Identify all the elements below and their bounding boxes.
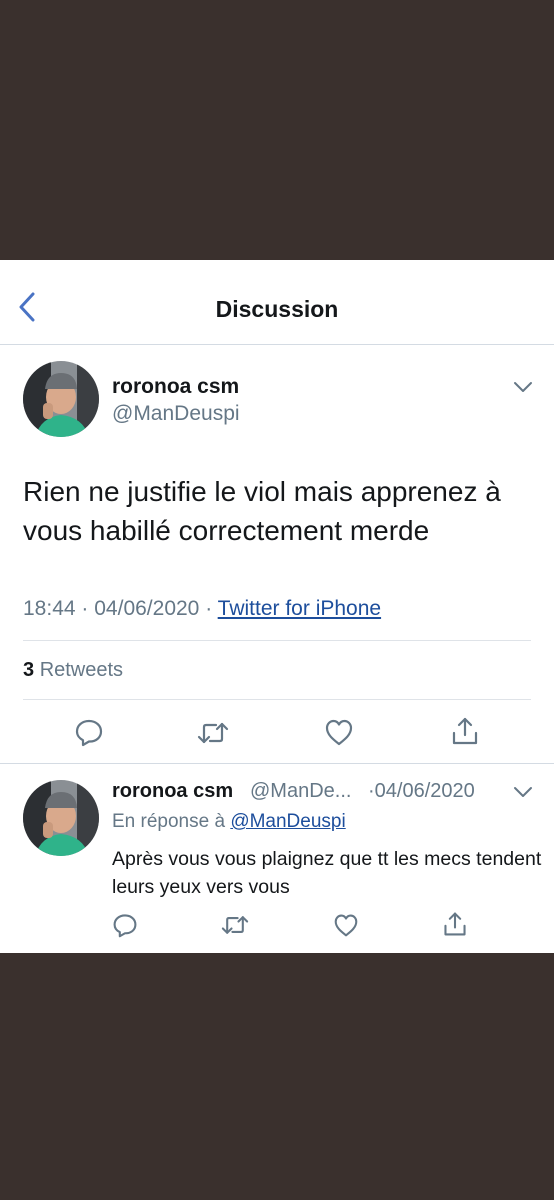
reply-author-handle[interactable]: @ManDe...: [250, 780, 351, 803]
replying-to: En réponse à @ManDeuspi: [112, 811, 346, 833]
tweet-options-button[interactable]: [512, 380, 534, 399]
reply-button[interactable]: [74, 717, 104, 752]
nav-bar: Discussion: [0, 260, 554, 345]
reply-button[interactable]: [112, 912, 138, 943]
replying-to-link[interactable]: @ManDeuspi: [230, 811, 345, 832]
tweet-meta: 18:44 · 04/06/2020 · Twitter for iPhone: [23, 597, 381, 621]
like-icon: [334, 914, 358, 937]
like-icon: [325, 719, 353, 746]
reply-tweet-text: Après vous vous plaignez que tt les mecs…: [112, 848, 542, 898]
tweet-text: Rien ne justifie le viol mais apprenez à…: [23, 476, 501, 546]
reply-date: ·04/06/2020: [368, 780, 475, 802]
share-icon: [444, 912, 466, 936]
meta-separator: ·: [81, 597, 89, 620]
tweet-time: 18:44: [23, 597, 76, 620]
reply-author-name[interactable]: roronoa csm: [112, 780, 233, 803]
tweet-source-link[interactable]: Twitter for iPhone: [218, 597, 381, 620]
share-button[interactable]: [442, 910, 468, 943]
like-button[interactable]: [333, 913, 359, 942]
retweet-button[interactable]: [220, 912, 250, 943]
divider: [23, 640, 531, 641]
chevron-down-icon: [514, 787, 532, 797]
retweets-number: 3: [23, 659, 35, 681]
replying-to-label: En réponse à: [112, 811, 226, 832]
twitter-screenshot-card: Discussion roronoa csm @ManDeuspi Rien n…: [0, 260, 554, 953]
author-handle[interactable]: @ManDeuspi: [112, 402, 240, 426]
chevron-down-icon: [514, 382, 532, 392]
page-title: Discussion: [215, 296, 339, 322]
avatar[interactable]: [23, 361, 99, 437]
share-icon: [452, 717, 478, 745]
avatar[interactable]: [23, 780, 99, 856]
retweet-icon: [197, 722, 229, 744]
reply-icon: [75, 719, 103, 747]
meta-separator: ·: [205, 597, 213, 620]
divider: [0, 763, 554, 764]
reply-icon: [113, 914, 137, 938]
share-button[interactable]: [450, 715, 480, 752]
tweet-date: 04/06/2020: [94, 597, 200, 620]
retweet-button[interactable]: [196, 718, 230, 753]
retweets-label: Retweets: [39, 659, 124, 681]
retweet-icon: [221, 916, 249, 934]
author-name[interactable]: roronoa csm: [112, 375, 239, 399]
reply-options-button[interactable]: [512, 785, 534, 804]
divider: [23, 699, 531, 700]
like-button[interactable]: [324, 718, 354, 751]
retweets-count[interactable]: 3 Retweets: [23, 659, 123, 682]
